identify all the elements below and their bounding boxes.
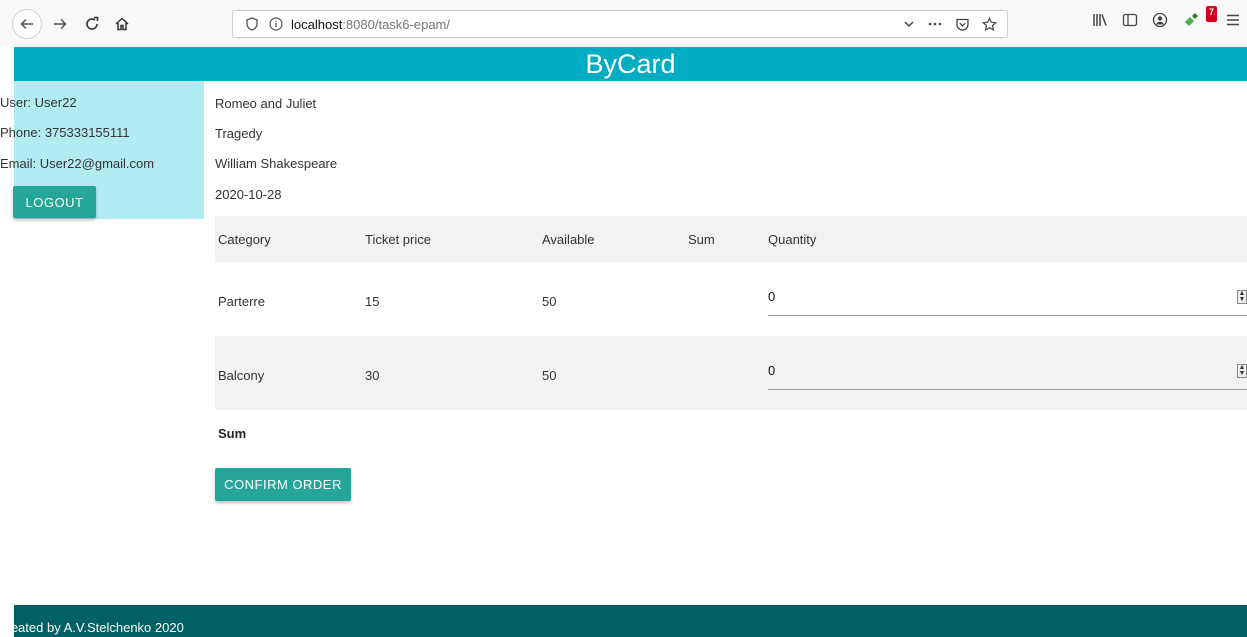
- site-footer: created by A.V.Stelchenko 2020: [0, 605, 1247, 637]
- library-icon[interactable]: [1092, 12, 1108, 28]
- row-ticket-price: 15: [365, 294, 380, 309]
- brand-title[interactable]: ByCard: [585, 49, 675, 80]
- footer-credit: created by A.V.Stelchenko 2020: [0, 620, 184, 635]
- event-date: 2020-10-28: [215, 187, 282, 202]
- web-page: ByCard User: User22 Phone: 375333155111 …: [0, 47, 1247, 637]
- menu-icon[interactable]: [1225, 12, 1241, 28]
- row-category: Balcony: [218, 368, 265, 383]
- quantity-input[interactable]: 0 ▲ ▼: [768, 354, 1247, 390]
- header-category: Category: [218, 232, 271, 247]
- back-arrow-icon: [20, 18, 33, 30]
- row-available: 50: [542, 294, 557, 309]
- browser-toolbar: localhost:8080/task6-epam/ 7: [0, 0, 1247, 47]
- event-title: Romeo and Juliet: [215, 96, 317, 111]
- event-author: William Shakespeare: [215, 156, 338, 171]
- forward-arrow-icon: [54, 18, 67, 30]
- shield-icon[interactable]: [245, 17, 259, 31]
- pocket-icon[interactable]: [955, 17, 970, 32]
- row-ticket-price: 30: [365, 368, 380, 383]
- forward-button[interactable]: [48, 10, 72, 38]
- site-header: ByCard: [14, 47, 1247, 81]
- table-row: Parterre 15 50 0 ▲ ▼: [215, 262, 1247, 336]
- logout-button[interactable]: LOGOUT: [13, 186, 96, 218]
- order-sum-label: Sum: [218, 426, 247, 441]
- url-text[interactable]: localhost:8080/task6-epam/: [291, 17, 450, 32]
- event-genre: Tragedy: [215, 126, 263, 141]
- user-panel: User: User22 Phone: 375333155111 Email: …: [0, 81, 204, 219]
- chevron-down-icon[interactable]: [903, 18, 915, 30]
- quantity-value: 0: [768, 363, 776, 378]
- user-phone: Phone: 375333155111: [0, 125, 130, 140]
- extension-badge: 7: [1205, 6, 1217, 22]
- header-quantity: Quantity: [768, 232, 817, 247]
- table-row: Balcony 30 50 0 ▲ ▼: [215, 336, 1247, 410]
- ticket-table-header: Category Ticket price Available Sum Quan…: [215, 216, 1247, 262]
- row-available: 50: [542, 368, 557, 383]
- quantity-input[interactable]: 0 ▲ ▼: [768, 280, 1247, 316]
- user-name: User: User22: [0, 95, 77, 110]
- reload-icon: [86, 16, 99, 30]
- header-sum: Sum: [688, 232, 715, 247]
- url-bar[interactable]: localhost:8080/task6-epam/: [232, 10, 1008, 38]
- confirm-order-button[interactable]: CONFIRM ORDER: [215, 468, 351, 501]
- reload-button[interactable]: [80, 10, 104, 38]
- home-button[interactable]: [110, 10, 134, 38]
- more-icon[interactable]: [927, 21, 943, 27]
- quantity-stepper-icon[interactable]: ▲ ▼: [1237, 364, 1247, 378]
- user-email: Email: User22@gmail.com: [0, 156, 155, 171]
- header-ticket-price: Ticket price: [365, 232, 431, 247]
- quantity-value: 0: [768, 289, 776, 304]
- info-icon[interactable]: [269, 17, 283, 31]
- star-icon[interactable]: [982, 16, 997, 32]
- extension-icon[interactable]: 7: [1182, 6, 1217, 28]
- sidebar-icon[interactable]: [1122, 12, 1138, 28]
- home-icon: [115, 17, 129, 31]
- header-available: Available: [542, 232, 595, 247]
- url-path: :8080/task6-epam/: [342, 16, 450, 32]
- row-category: Parterre: [218, 294, 265, 309]
- back-button[interactable]: [12, 9, 42, 39]
- account-icon[interactable]: [1152, 12, 1168, 28]
- quantity-stepper-icon[interactable]: ▲ ▼: [1237, 290, 1247, 304]
- url-host: localhost: [291, 16, 343, 32]
